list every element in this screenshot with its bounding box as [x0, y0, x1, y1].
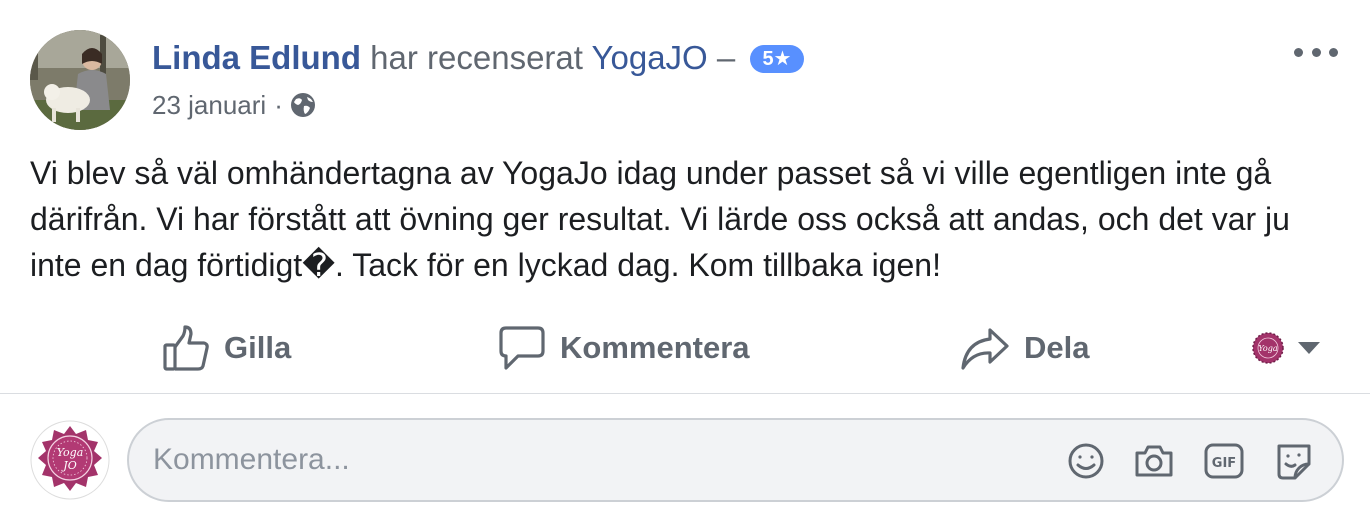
page-name-link[interactable]: YogaJO: [592, 39, 708, 76]
like-button[interactable]: Gilla: [162, 318, 291, 378]
meta-separator: ·: [274, 90, 283, 120]
author-name-link[interactable]: Linda Edlund: [152, 39, 361, 76]
author-avatar[interactable]: [30, 30, 130, 130]
camera-icon[interactable]: [1133, 440, 1175, 482]
like-label: Gilla: [224, 330, 292, 365]
page-logo-small: Yoga: [1252, 332, 1284, 364]
sticker-icon[interactable]: [1273, 440, 1315, 482]
comment-bubble-icon: [499, 326, 545, 370]
post-header: Linda Edlund har recenserat YogaJO – 5★ …: [30, 30, 1340, 130]
review-verb: har recenserat: [370, 39, 583, 76]
svg-text:Yoga: Yoga: [57, 446, 84, 459]
rating-badge: 5★: [750, 45, 804, 73]
commenter-avatar[interactable]: Yoga JO: [30, 420, 110, 500]
svg-text:JO: JO: [61, 459, 76, 472]
comment-input[interactable]: [153, 438, 1033, 482]
post-date-link[interactable]: 23 januari: [152, 88, 266, 122]
share-button[interactable]: Dela: [960, 318, 1089, 378]
title-dash: –: [716, 39, 736, 76]
post-body-text: Vi blev så väl omhändertagna av YogaJo i…: [30, 155, 1290, 283]
globe-icon[interactable]: [289, 91, 317, 119]
emoji-icon[interactable]: [1065, 440, 1107, 482]
more-options-icon[interactable]: [1294, 40, 1338, 64]
comment-label: Kommentera: [560, 330, 750, 365]
share-arrow-icon: [961, 328, 1009, 370]
share-label: Dela: [1024, 330, 1090, 365]
section-divider: [0, 393, 1370, 394]
post-title-line: Linda Edlund har recenserat YogaJO – 5★: [152, 38, 804, 78]
thumbs-up-icon: [163, 325, 209, 371]
gif-label: GIF: [1212, 456, 1236, 471]
post-meta: 23 januari ·: [152, 88, 317, 122]
comment-composer: GIF: [127, 418, 1344, 502]
comment-button[interactable]: Kommentera: [498, 318, 750, 378]
gif-icon[interactable]: GIF: [1203, 440, 1245, 482]
actor-selector[interactable]: Yoga: [1252, 328, 1320, 368]
caret-down-icon: [1298, 342, 1320, 354]
svg-text:Yoga: Yoga: [1258, 344, 1278, 353]
post-actions-bar: Gilla Kommentera Dela Yoga: [0, 318, 1370, 378]
